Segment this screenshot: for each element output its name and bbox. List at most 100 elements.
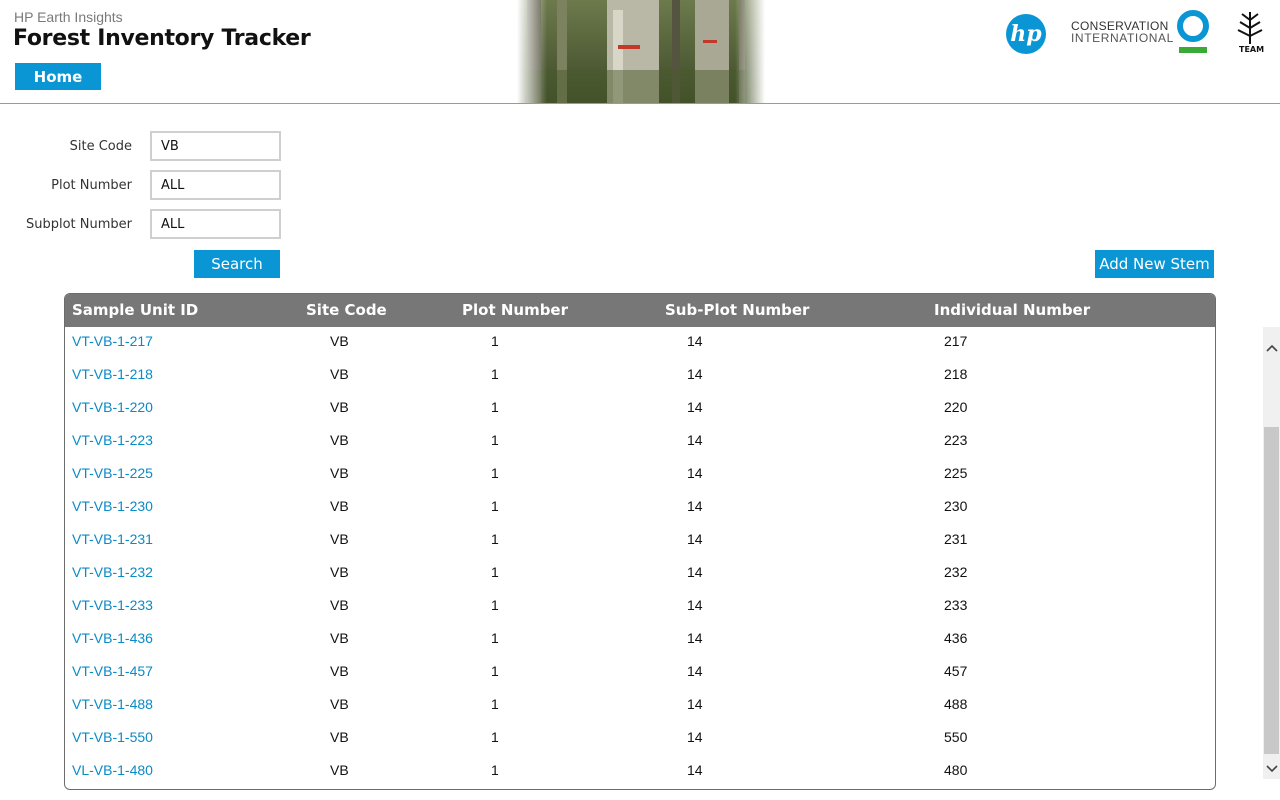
table-row[interactable]: VT-VB-1-488 VB 1 14 488 (65, 690, 1215, 723)
sample-unit-id-link[interactable]: VT-VB-1-225 (72, 459, 153, 492)
individual-number-cell: 223 (944, 432, 968, 448)
scrollbar-thumb[interactable] (1264, 427, 1279, 754)
individual-number-cell: 232 (944, 564, 968, 580)
individual-number-cell: 457 (944, 663, 968, 679)
table-row[interactable]: VT-VB-1-218 VB 1 14 218 (65, 360, 1215, 393)
plot-number-cell: 1 (491, 597, 499, 613)
individual-number-cell: 217 (944, 333, 968, 349)
column-header-individual-number[interactable]: Individual Number (934, 294, 1090, 327)
site-code-label: Site Code (69, 139, 132, 154)
hp-logo: hp (1006, 14, 1046, 54)
table-row[interactable]: VT-VB-1-230 VB 1 14 230 (65, 492, 1215, 525)
sub-plot-number-cell: 14 (687, 564, 703, 580)
column-header-sub-plot-number[interactable]: Sub-Plot Number (665, 294, 809, 327)
sample-unit-id-link[interactable]: VT-VB-1-550 (72, 723, 153, 756)
sample-unit-id-link[interactable]: VT-VB-1-488 (72, 690, 153, 723)
chevron-down-icon[interactable] (1263, 757, 1280, 779)
individual-number-cell: 550 (944, 729, 968, 745)
sample-unit-id-link[interactable]: VT-VB-1-230 (72, 492, 153, 525)
plot-number-cell: 1 (491, 465, 499, 481)
sub-plot-number-cell: 14 (687, 531, 703, 547)
subplot-number-input[interactable] (150, 209, 281, 239)
site-code-cell: VB (330, 696, 349, 712)
table-row[interactable]: VT-VB-1-457 VB 1 14 457 (65, 657, 1215, 690)
ci-line2: INTERNATIONAL (1071, 31, 1174, 45)
subplot-number-label: Subplot Number (25, 217, 132, 232)
sub-plot-number-cell: 14 (687, 696, 703, 712)
column-header-sample-unit-id[interactable]: Sample Unit ID (72, 294, 198, 327)
plot-number-cell: 1 (491, 762, 499, 778)
plot-number-label: Plot Number (51, 178, 132, 193)
column-header-plot-number[interactable]: Plot Number (462, 294, 568, 327)
add-new-stem-button[interactable]: Add New Stem (1095, 250, 1214, 278)
table-scrollbar[interactable] (1263, 327, 1280, 779)
site-code-cell: VB (330, 399, 349, 415)
plot-number-input[interactable] (150, 170, 281, 200)
table-row[interactable]: VT-VB-1-225 VB 1 14 225 (65, 459, 1215, 492)
sub-plot-number-cell: 14 (687, 762, 703, 778)
table-body: VT-VB-1-217 VB 1 14 217 VT-VB-1-218 VB 1 14 218 VT… (65, 327, 1215, 789)
plot-number-cell: 1 (491, 630, 499, 646)
individual-number-cell: 231 (944, 531, 968, 547)
site-code-cell: VB (330, 630, 349, 646)
chevron-up-icon[interactable] (1263, 327, 1280, 367)
individual-number-cell: 488 (944, 696, 968, 712)
table-row[interactable]: VT-VB-1-233 VB 1 14 233 (65, 591, 1215, 624)
sample-unit-id-link[interactable]: VT-VB-1-231 (72, 525, 153, 558)
sub-plot-number-cell: 14 (687, 498, 703, 514)
search-button[interactable]: Search (194, 250, 280, 278)
app-header: HP Earth Insights Forest Inventory Track… (0, 0, 1280, 104)
sub-plot-number-cell: 14 (687, 399, 703, 415)
sample-unit-id-link[interactable]: VT-VB-1-436 (72, 624, 153, 657)
sample-unit-id-link[interactable]: VT-VB-1-233 (72, 591, 153, 624)
stems-table: Sample Unit ID Site Code Plot Number Sub… (64, 293, 1216, 790)
plot-number-cell: 1 (491, 333, 499, 349)
table-row[interactable]: VL-VB-1-480 VB 1 14 480 (65, 756, 1215, 789)
site-code-cell: VB (330, 333, 349, 349)
table-row[interactable]: VT-VB-1-220 VB 1 14 220 (65, 393, 1215, 426)
sample-unit-id-link[interactable]: VL-VB-1-480 (72, 756, 153, 789)
table-row[interactable]: VT-VB-1-223 VB 1 14 223 (65, 426, 1215, 459)
table-row[interactable]: VT-VB-1-217 VB 1 14 217 (65, 327, 1215, 360)
forest-banner-image (517, 0, 765, 103)
sub-plot-number-cell: 14 (687, 597, 703, 613)
individual-number-cell: 218 (944, 366, 968, 382)
site-code-cell: VB (330, 531, 349, 547)
individual-number-cell: 436 (944, 630, 968, 646)
table-row[interactable]: VT-VB-1-231 VB 1 14 231 (65, 525, 1215, 558)
plot-number-cell: 1 (491, 729, 499, 745)
sample-unit-id-link[interactable]: VT-VB-1-457 (72, 657, 153, 690)
sample-unit-id-link[interactable]: VT-VB-1-232 (72, 558, 153, 591)
site-code-cell: VB (330, 498, 349, 514)
sub-plot-number-cell: 14 (687, 366, 703, 382)
app-title: Forest Inventory Tracker (13, 26, 311, 51)
sample-unit-id-link[interactable]: VT-VB-1-220 (72, 393, 153, 426)
conservation-international-logo: CONSERVATION INTERNATIONAL (1071, 20, 1174, 45)
site-code-cell: VB (330, 762, 349, 778)
site-code-cell: VB (330, 465, 349, 481)
sample-unit-id-link[interactable]: VT-VB-1-223 (72, 426, 153, 459)
site-code-cell: VB (330, 729, 349, 745)
individual-number-cell: 233 (944, 597, 968, 613)
sub-plot-number-cell: 14 (687, 630, 703, 646)
plot-number-cell: 1 (491, 663, 499, 679)
sub-plot-number-cell: 14 (687, 465, 703, 481)
table-row[interactable]: VT-VB-1-436 VB 1 14 436 (65, 624, 1215, 657)
plot-number-cell: 1 (491, 432, 499, 448)
plot-number-cell: 1 (491, 399, 499, 415)
table-row[interactable]: VT-VB-1-550 VB 1 14 550 (65, 723, 1215, 756)
site-code-input[interactable] (150, 131, 281, 161)
sub-plot-number-cell: 14 (687, 663, 703, 679)
table-row[interactable]: VT-VB-1-232 VB 1 14 232 (65, 558, 1215, 591)
conservation-international-mark-icon (1177, 10, 1209, 53)
plot-number-cell: 1 (491, 366, 499, 382)
sample-unit-id-link[interactable]: VT-VB-1-217 (72, 327, 153, 360)
sample-unit-id-link[interactable]: VT-VB-1-218 (72, 360, 153, 393)
column-header-site-code[interactable]: Site Code (306, 294, 387, 327)
individual-number-cell: 220 (944, 399, 968, 415)
sub-plot-number-cell: 14 (687, 729, 703, 745)
plot-number-cell: 1 (491, 498, 499, 514)
sub-plot-number-cell: 14 (687, 333, 703, 349)
home-button[interactable]: Home (15, 63, 101, 90)
suite-name: HP Earth Insights (14, 9, 123, 25)
